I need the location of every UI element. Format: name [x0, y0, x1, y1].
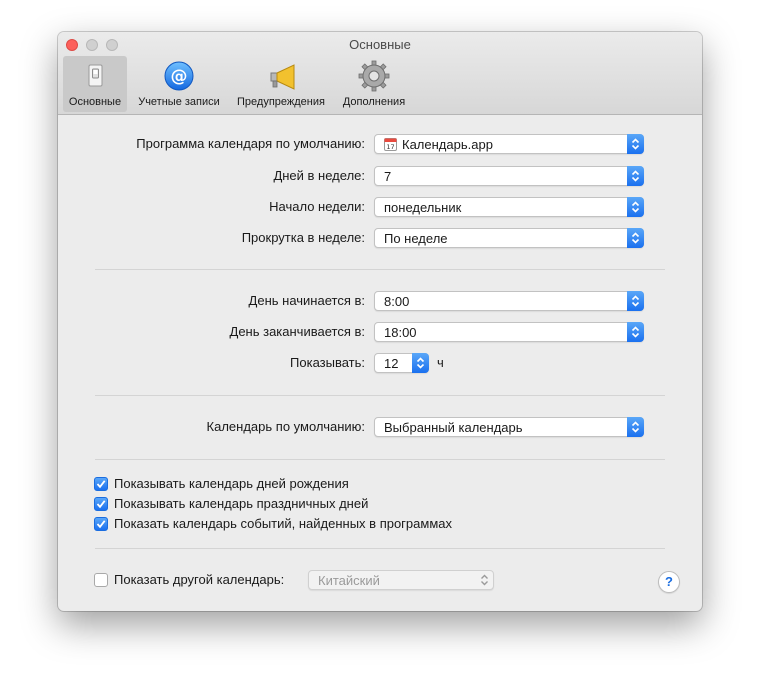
popup-arrows-icon [627, 291, 644, 311]
day-ends-value: 18:00 [384, 325, 417, 340]
tab-advanced[interactable]: Дополнения [334, 56, 414, 112]
checkmark-icon [96, 480, 106, 489]
popup-arrows-icon [480, 574, 489, 589]
scroll-in-week-popup[interactable]: По неделе [374, 228, 644, 248]
default-calendar-value: Выбранный календарь [384, 420, 523, 435]
at-sign-icon: @ [162, 59, 196, 93]
week-start-value: понедельник [384, 200, 462, 215]
separator [95, 395, 665, 396]
default-calendar-app-value: Календарь.app [402, 137, 493, 152]
scroll-in-week-value: По неделе [384, 231, 448, 246]
days-per-week-value: 7 [384, 169, 392, 184]
default-calendar-label: Календарь по умолчанию: [206, 419, 365, 434]
tab-general-label: Основные [68, 96, 122, 108]
birthdays-calendar-label: Показывать календарь дней рождения [114, 476, 349, 491]
title-bar: Основные Основные @ Учетные записи Преду… [58, 32, 702, 115]
help-button[interactable]: ? [658, 571, 680, 593]
alt-calendar-label: Показать другой календарь: [114, 572, 285, 587]
day-starts-value: 8:00 [384, 294, 410, 309]
svg-text:@: @ [171, 67, 188, 87]
day-starts-popup[interactable]: 8:00 [374, 291, 644, 311]
week-start-popup[interactable]: понедельник [374, 197, 644, 217]
alt-calendar-value: Китайский [318, 573, 380, 588]
separator [95, 548, 665, 549]
gear-icon [357, 59, 391, 93]
tab-accounts-label: Учетные записи [138, 96, 220, 108]
found-events-calendar-label: Показать календарь событий, найденных в … [114, 516, 452, 531]
hours-unit: ч [437, 355, 444, 370]
window-title: Основные [349, 37, 411, 52]
show-hours-value: 12 [384, 356, 399, 371]
svg-text:17: 17 [386, 143, 394, 151]
popup-arrows-icon [627, 228, 644, 248]
popup-arrows-icon [627, 322, 644, 342]
day-starts-label: День начинается в: [248, 293, 365, 308]
calendar-app-icon: 17 [384, 138, 397, 154]
tab-accounts[interactable]: @ Учетные записи [128, 56, 230, 112]
scroll-in-week-label: Прокрутка в неделе: [241, 230, 365, 245]
holidays-calendar-label: Показывать календарь праздничных дней [114, 496, 369, 511]
megaphone-icon [264, 59, 298, 93]
show-hours-label: Показывать: [290, 355, 365, 370]
default-calendar-popup[interactable]: Выбранный календарь [374, 417, 644, 437]
day-ends-label: День заканчивается в: [229, 324, 365, 339]
show-hours-popup[interactable]: 12 [374, 353, 429, 373]
checkmark-icon [96, 500, 106, 509]
popup-arrows-icon [627, 197, 644, 217]
tab-advanced-label: Дополнения [342, 96, 406, 108]
found-events-calendar-checkbox[interactable] [94, 517, 108, 531]
birthdays-calendar-checkbox[interactable] [94, 477, 108, 491]
tab-general[interactable]: Основные [63, 56, 127, 112]
popup-arrows-icon [627, 166, 644, 186]
default-calendar-app-label: Программа календаря по умолчанию: [136, 136, 365, 151]
separator [95, 459, 665, 460]
tab-alerts[interactable]: Предупреждения [230, 56, 332, 112]
popup-arrows-icon [627, 134, 644, 154]
day-ends-popup[interactable]: 18:00 [374, 322, 644, 342]
days-per-week-label: Дней в неделе: [273, 168, 365, 183]
default-calendar-app-popup[interactable]: 17 Календарь.app [374, 134, 644, 154]
tab-alerts-label: Предупреждения [237, 96, 325, 108]
preferences-window: Основные Основные @ Учетные записи Преду… [58, 32, 702, 611]
alt-calendar-popup[interactable]: Китайский [308, 570, 494, 590]
separator [95, 269, 665, 270]
checkmark-icon [96, 520, 106, 529]
days-per-week-popup[interactable]: 7 [374, 166, 644, 186]
week-start-label: Начало недели: [269, 199, 365, 214]
alt-calendar-checkbox[interactable] [94, 573, 108, 587]
holidays-calendar-checkbox[interactable] [94, 497, 108, 511]
switch-icon [78, 59, 112, 93]
popup-arrows-icon [627, 417, 644, 437]
popup-arrows-icon [412, 353, 429, 373]
